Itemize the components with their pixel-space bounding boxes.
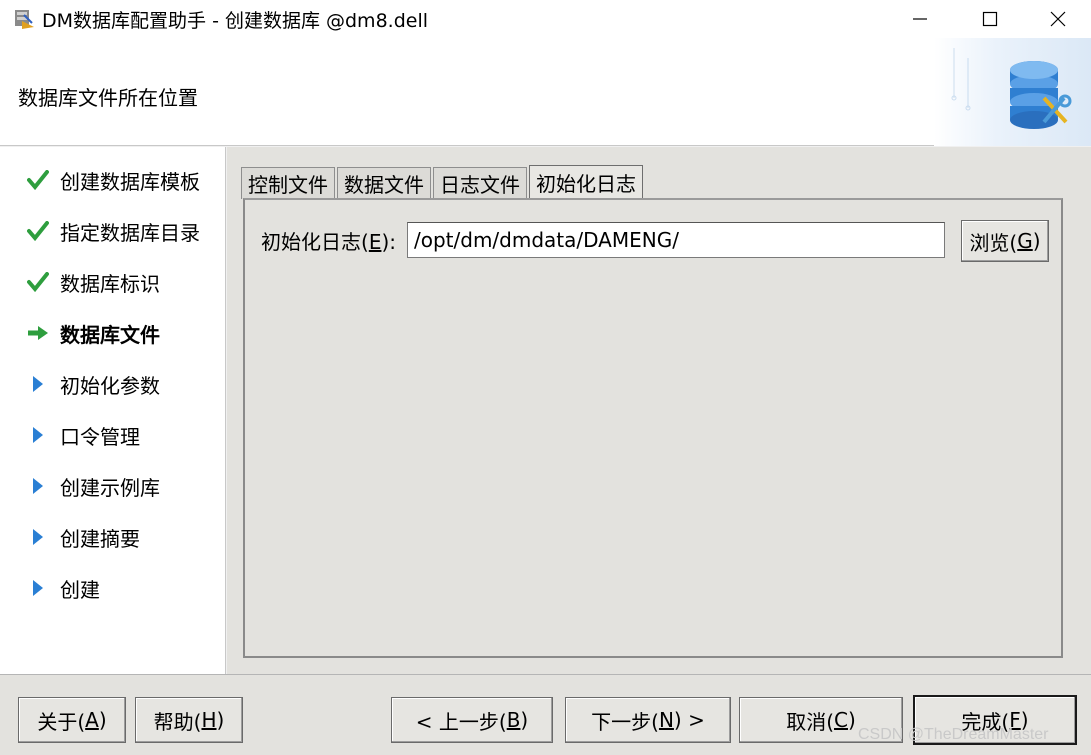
label-text: 浏览( <box>969 230 1018 255</box>
mnemonic: C <box>834 708 848 732</box>
watermark: CSDN @TheDreamMaster <box>858 726 1049 743</box>
label-text: 帮助( <box>153 709 202 734</box>
label-text: 下一步( <box>591 709 659 734</box>
close-button[interactable] <box>1024 0 1091 38</box>
page-title: 数据库文件所在位置 <box>18 86 198 110</box>
triangle-right-icon <box>26 423 50 447</box>
step-item-sample-db: 创建示例库 <box>26 471 160 501</box>
help-button[interactable]: 帮助(H) <box>135 697 243 743</box>
label-suffix: ) > <box>673 708 705 732</box>
maximize-button[interactable] <box>956 0 1024 38</box>
step-item-init-params: 初始化参数 <box>26 369 160 399</box>
step-label: 数据库标识 <box>60 271 160 296</box>
step-item-create-template: 创建数据库模板 <box>26 165 200 195</box>
minimize-button[interactable] <box>886 0 954 38</box>
label-suffix: ) <box>1032 229 1041 253</box>
maximize-icon <box>982 11 998 27</box>
triangle-right-icon <box>26 525 50 549</box>
mnemonic: G <box>1017 229 1033 253</box>
database-gear-icon <box>951 48 1072 129</box>
mnemonic: H <box>201 708 217 732</box>
tab-init-log[interactable]: 初始化日志 <box>529 165 643 199</box>
arrow-right-icon <box>26 321 50 345</box>
init-log-label: 初始化日志(E): <box>261 226 396 255</box>
minimize-icon <box>913 18 927 20</box>
mnemonic: A <box>85 708 99 732</box>
label-suffix: ) <box>520 708 529 732</box>
step-label: 数据库文件 <box>60 322 160 347</box>
step-item-summary: 创建摘要 <box>26 522 140 552</box>
about-button[interactable]: 关于(A) <box>18 697 126 743</box>
checkmark-icon <box>26 270 50 294</box>
browse-button[interactable]: 浏览(G) <box>961 220 1049 262</box>
step-label: 初始化参数 <box>60 373 160 398</box>
checkmark-icon <box>26 219 50 243</box>
step-label: 口令管理 <box>60 424 140 449</box>
wizard-header: 数据库文件所在位置 <box>0 38 1091 146</box>
next-button[interactable]: 下一步(N) > <box>565 697 731 743</box>
triangle-right-icon <box>26 372 50 396</box>
tab-bar: 控制文件 数据文件 日志文件 初始化日志 <box>241 165 645 199</box>
step-label: 创建示例库 <box>60 475 160 500</box>
step-item-db-directory: 指定数据库目录 <box>26 216 200 246</box>
init-log-path-input[interactable] <box>407 222 945 258</box>
mnemonic: B <box>506 708 521 732</box>
mnemonic: E <box>368 230 382 254</box>
step-list: 创建数据库模板 指定数据库目录 数据库标识 数据库文件 初始化参数 口令管理 创… <box>0 147 226 674</box>
step-label: 创建 <box>60 577 100 602</box>
step-item-db-identity: 数据库标识 <box>26 267 160 297</box>
mnemonic: N <box>658 708 674 732</box>
tab-log-files[interactable]: 日志文件 <box>433 167 527 199</box>
main-panel: 控制文件 数据文件 日志文件 初始化日志 初始化日志(E): 浏览(G) <box>227 147 1091 674</box>
step-label: 指定数据库目录 <box>60 220 200 245</box>
app-icon <box>15 10 34 29</box>
header-banner <box>934 38 1091 146</box>
tab-data-files[interactable]: 数据文件 <box>337 167 431 199</box>
step-item-password: 口令管理 <box>26 420 140 450</box>
tab-control-files[interactable]: 控制文件 <box>241 167 335 199</box>
tab-panel-init-log: 初始化日志(E): 浏览(G) <box>243 198 1063 658</box>
label-suffix: ) <box>98 708 107 732</box>
close-icon <box>1050 11 1066 27</box>
window-title: DM数据库配置助手 - 创建数据库 @dm8.dell <box>42 10 429 32</box>
label-suffix: ) <box>847 708 856 732</box>
step-label: 创建数据库模板 <box>60 169 200 194</box>
step-item-db-files: 数据库文件 <box>26 318 160 348</box>
label-text: < 上一步( <box>415 709 507 734</box>
triangle-right-icon <box>26 474 50 498</box>
triangle-right-icon <box>26 576 50 600</box>
step-item-create: 创建 <box>26 573 100 603</box>
title-bar: DM数据库配置助手 - 创建数据库 @dm8.dell <box>0 0 1091 38</box>
label-text: 关于( <box>37 709 86 734</box>
step-label: 创建摘要 <box>60 526 140 551</box>
previous-button[interactable]: < 上一步(B) <box>391 697 553 743</box>
label-suffix: ): <box>381 230 396 254</box>
label-suffix: ) <box>216 708 225 732</box>
label-text: 取消( <box>786 709 835 734</box>
checkmark-icon <box>26 168 50 192</box>
label-text: 初始化日志( <box>261 230 369 254</box>
